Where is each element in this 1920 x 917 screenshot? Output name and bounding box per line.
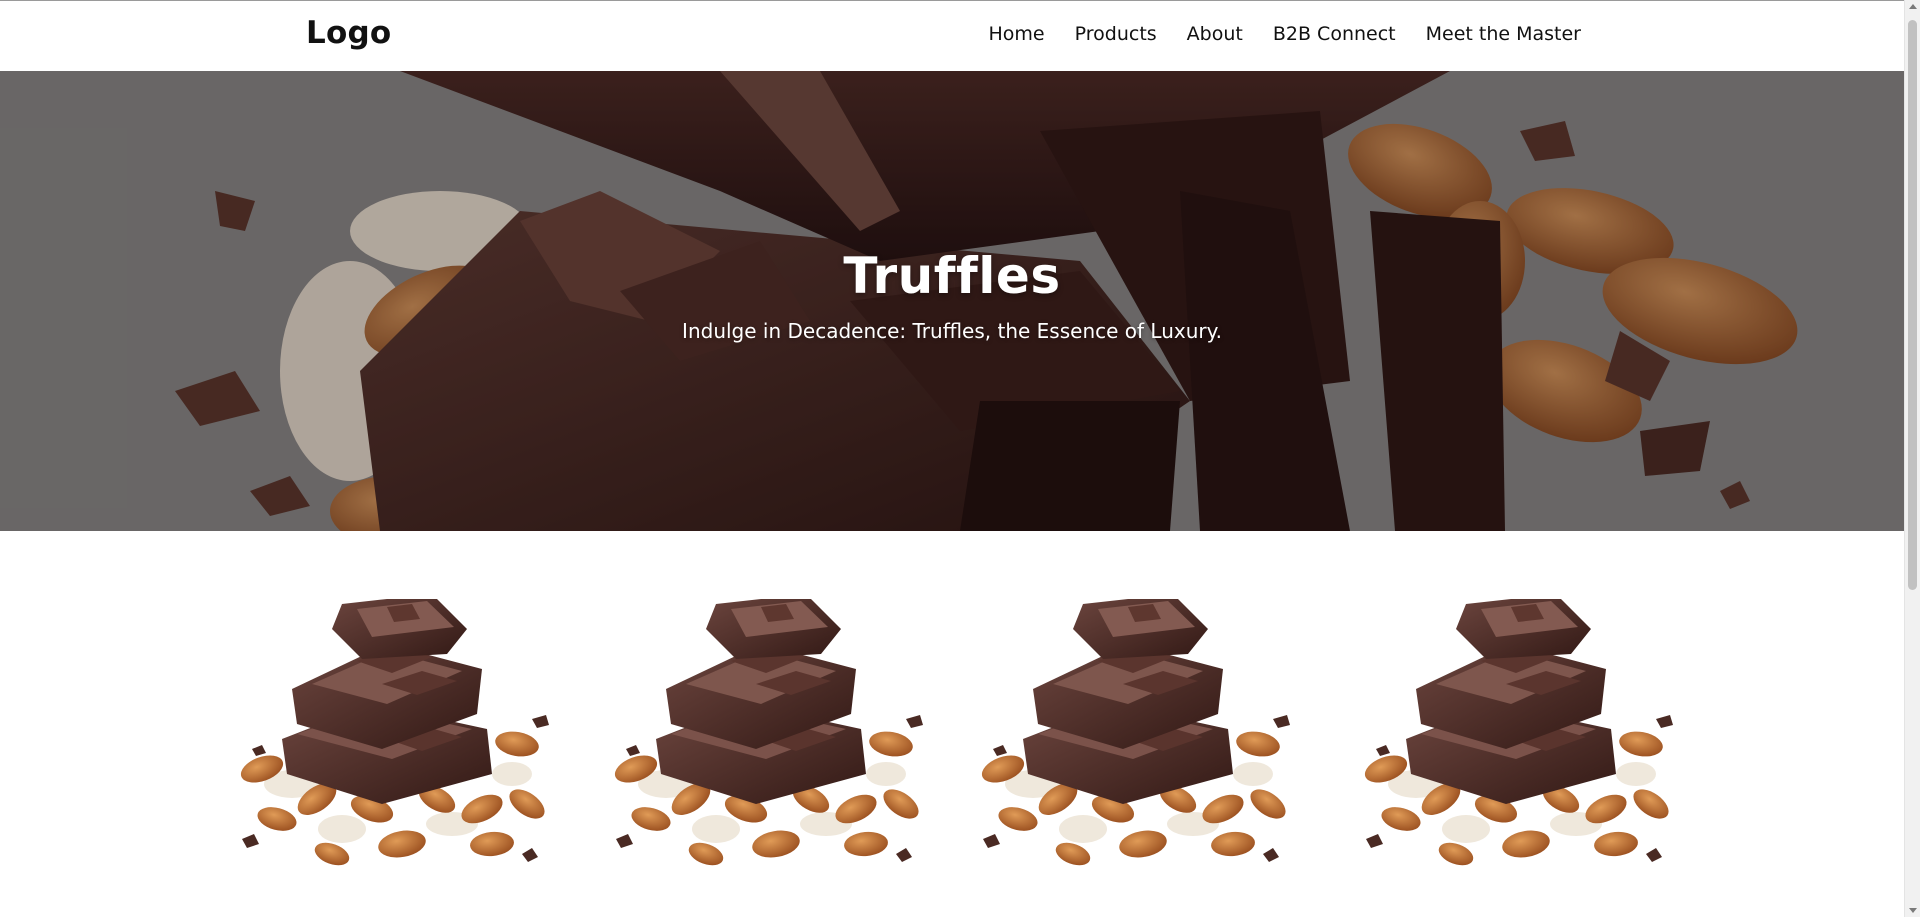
product-card-3[interactable] <box>963 594 1303 879</box>
nav-meet-the-master[interactable]: Meet the Master <box>1426 23 1581 45</box>
product-grid <box>0 531 1904 917</box>
hero-subtitle: Indulge in Decadence: Truffles, the Esse… <box>682 319 1222 343</box>
chocolate-almond-image <box>1361 594 1674 870</box>
product-card-2[interactable] <box>596 594 936 879</box>
scrollbar-thumb[interactable] <box>1908 20 1917 590</box>
nav-home[interactable]: Home <box>989 23 1045 45</box>
nav-b2b-connect[interactable]: B2B Connect <box>1273 23 1396 45</box>
site-header: Logo Home Products About B2B Connect Mee… <box>0 1 1904 71</box>
hero-banner: Truffles Indulge in Decadence: Truffles,… <box>0 71 1904 531</box>
scroll-up-arrow-icon[interactable] <box>1909 4 1917 9</box>
chocolate-almond-image <box>978 594 1291 870</box>
page-scrollbar[interactable] <box>1904 0 1920 917</box>
chocolate-almond-image <box>237 594 550 870</box>
product-card-1[interactable] <box>222 594 562 879</box>
logo[interactable]: Logo <box>306 15 391 51</box>
nav-about[interactable]: About <box>1187 23 1243 45</box>
product-card-4[interactable] <box>1346 594 1686 879</box>
nav-products[interactable]: Products <box>1075 23 1157 45</box>
hero-title: Truffles <box>843 247 1061 305</box>
main-nav: Home Products About B2B Connect Meet the… <box>989 23 1581 45</box>
chocolate-almond-image <box>611 594 924 870</box>
scroll-down-arrow-icon[interactable] <box>1909 908 1917 913</box>
